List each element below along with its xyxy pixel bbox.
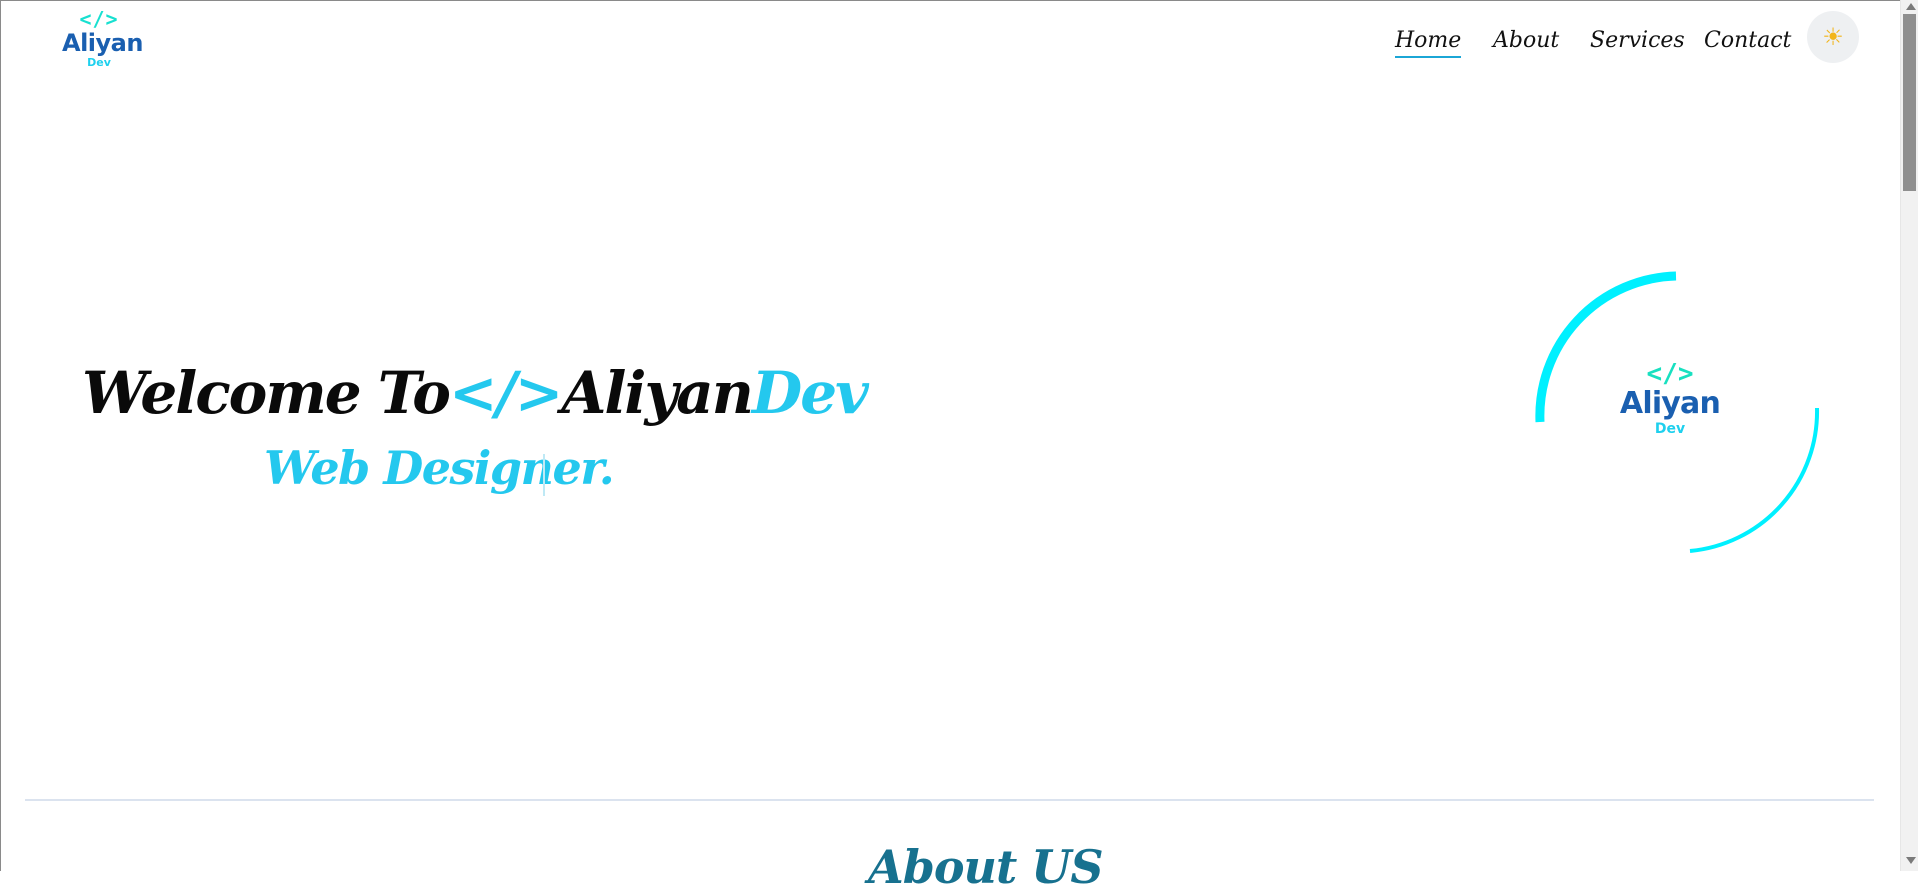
- nav-item-home[interactable]: Home: [1395, 26, 1462, 58]
- window-top-border: [0, 0, 1918, 1]
- logo-code-icon: </>: [79, 7, 119, 31]
- sun-icon: ☀: [1822, 23, 1844, 51]
- about-section-heading: About US: [868, 840, 1104, 894]
- scrollbar-thumb[interactable]: [1903, 14, 1916, 191]
- hero-logo-code-icon: </>: [1646, 359, 1694, 389]
- nav-item-about[interactable]: About: [1493, 26, 1559, 56]
- typing-caret: [543, 454, 545, 496]
- page-scrollbar[interactable]: [1900, 0, 1918, 871]
- nav-link-contact[interactable]: Contact: [1704, 26, 1791, 56]
- hero-title-code: </>: [449, 359, 563, 427]
- scroll-up-arrow-icon[interactable]: [1906, 3, 1916, 10]
- window-left-border: [0, 0, 1, 871]
- hero-logo-sub: Dev: [1654, 421, 1686, 437]
- scroll-down-arrow-icon[interactable]: [1906, 857, 1916, 864]
- nav-link-home[interactable]: Home: [1395, 26, 1461, 56]
- logo-sub: Dev: [87, 56, 111, 69]
- nav-item-contact[interactable]: Contact: [1704, 26, 1791, 56]
- nav-item-services[interactable]: Services: [1590, 26, 1685, 56]
- hero-title-prefix: Welcome To: [82, 359, 451, 427]
- site-logo[interactable]: </> Aliyan Dev: [62, 7, 143, 69]
- hero-title-brand: Aliyan: [561, 359, 754, 427]
- hero-title-accent: Dev: [751, 359, 869, 427]
- nav-link-about[interactable]: About: [1493, 26, 1559, 56]
- nav-link-services[interactable]: Services: [1590, 26, 1685, 56]
- hero-logo: </> Aliyan Dev: [1618, 360, 1722, 438]
- nav-active-underline: [1395, 56, 1462, 58]
- hero-typed-subtitle: Web Designer.: [264, 441, 615, 495]
- hero-title: Welcome To</>AliyanDev: [82, 358, 869, 428]
- logo-name: Aliyan: [62, 29, 143, 57]
- theme-toggle-button[interactable]: ☀: [1807, 11, 1859, 63]
- section-divider: [25, 799, 1874, 801]
- hero-logo-name: Aliyan: [1619, 386, 1721, 421]
